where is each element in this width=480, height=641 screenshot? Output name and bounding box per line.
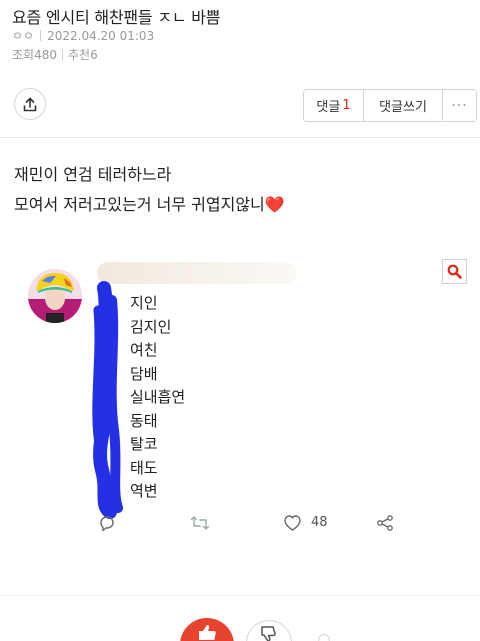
list-item: 담배	[130, 364, 158, 383]
comment-count: 1	[342, 98, 351, 113]
thumbs-up-icon	[199, 625, 216, 640]
post-body: 재민이 연검 테러하느라 모여서 저러고있는거 너무 귀엽지않니❤️	[14, 160, 285, 220]
view-count: 조회480	[12, 48, 57, 62]
list-item: 태도	[130, 458, 158, 477]
list-item: 동태	[130, 411, 158, 430]
thumbs-down-icon	[261, 626, 276, 641]
share-button[interactable]	[14, 88, 46, 120]
body-line: 모여서 저러고있는거 너무 귀엽지않니❤️	[14, 190, 285, 220]
recommend-button[interactable]	[180, 618, 234, 641]
post-stats: 조회480 추천6	[12, 46, 98, 63]
list-item: 김지인	[130, 317, 172, 336]
avatar-image	[28, 269, 82, 323]
comment-button[interactable]: 댓글 1	[304, 90, 363, 121]
search-icon	[447, 264, 462, 279]
tweet-word-list: 지인 김지인 여친 담배 실내흡연 동태 탈코 태도 역변	[130, 292, 185, 504]
post-date: 2022.04.20 01:03	[47, 28, 155, 43]
share-icon	[23, 97, 37, 111]
more-button[interactable]: ···	[442, 90, 476, 121]
tweet-action-bar: 48	[0, 510, 480, 538]
body-line-text: 모여서 저러고있는거 너무 귀엽지않니	[14, 195, 265, 214]
list-item: 역변	[130, 482, 158, 500]
write-comment-button[interactable]: 댓글쓰기	[363, 90, 442, 121]
heart-icon[interactable]	[283, 514, 302, 532]
author-name[interactable]: ㅇㅇ	[12, 27, 34, 44]
list-item: 지인	[130, 294, 158, 312]
header-divider	[0, 137, 480, 138]
reply-icon[interactable]	[98, 514, 116, 532]
footer-divider	[0, 595, 480, 596]
not-recommend-button[interactable]	[246, 620, 292, 641]
list-item: 실내흡연	[130, 388, 186, 406]
meta-divider	[40, 30, 42, 41]
heart-emoji: ❤️	[264, 195, 285, 214]
list-item: 탈코	[130, 435, 158, 453]
recommend-count: 추천6	[68, 48, 98, 62]
stats-divider	[62, 49, 63, 60]
body-line: 재민이 연검 테러하느라	[14, 165, 172, 184]
retweet-icon[interactable]	[190, 515, 210, 531]
redaction-scribble	[92, 281, 123, 519]
post-action-group: 댓글 1 댓글쓰기 ···	[303, 89, 477, 122]
comment-label: 댓글	[316, 100, 341, 115]
list-item: 여친	[130, 341, 158, 359]
tweet-share-icon[interactable]	[376, 514, 394, 532]
like-count: 48	[311, 515, 328, 530]
post-meta: ㅇㅇ 2022.04.20 01:03	[12, 27, 154, 44]
post-title: 요즘 엔시티 해찬팬들 ㅈㄴ 바쁨	[12, 8, 221, 27]
extra-action-button[interactable]	[318, 634, 330, 641]
avatar[interactable]	[28, 269, 82, 323]
embed-search-button[interactable]	[442, 259, 467, 284]
